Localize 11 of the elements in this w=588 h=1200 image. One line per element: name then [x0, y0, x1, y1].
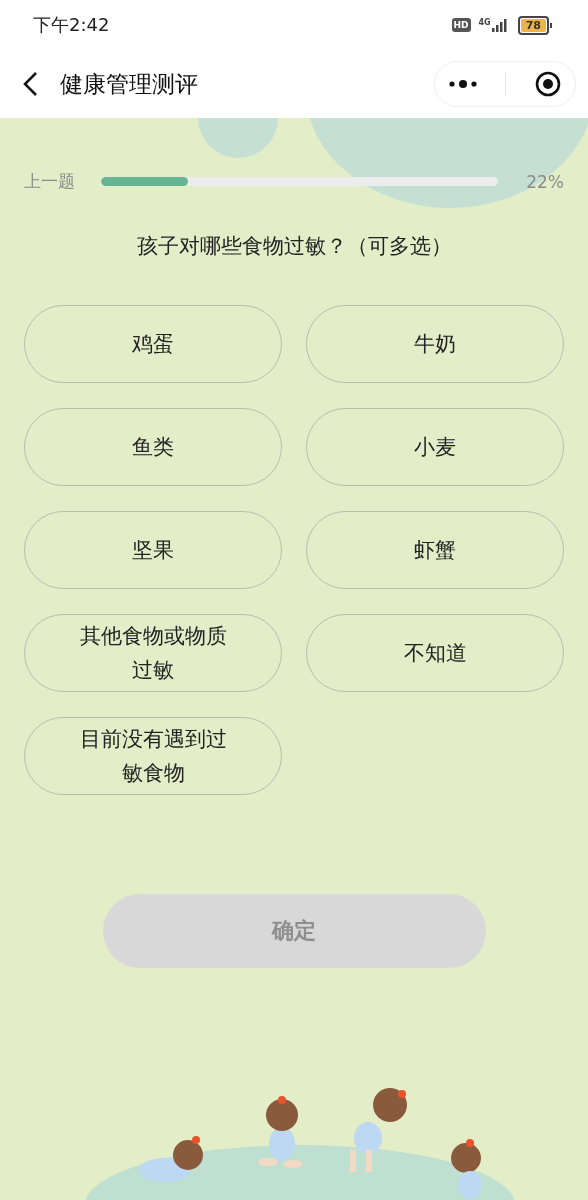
signal-icon [491, 18, 510, 32]
more-icon[interactable] [449, 79, 478, 89]
hd-badge: HD [451, 18, 471, 32]
page-title: 健康管理测评 [60, 69, 199, 99]
question-text: 孩子对哪些食物过敏？（可多选） [136, 233, 452, 260]
battery-icon: 78 [517, 15, 552, 35]
progress-percent: 22% [525, 171, 564, 192]
status-time: 下午2:42 [33, 13, 110, 37]
network-type: 4G [478, 18, 491, 27]
back-icon[interactable] [22, 71, 38, 97]
close-icon[interactable] [534, 71, 561, 97]
